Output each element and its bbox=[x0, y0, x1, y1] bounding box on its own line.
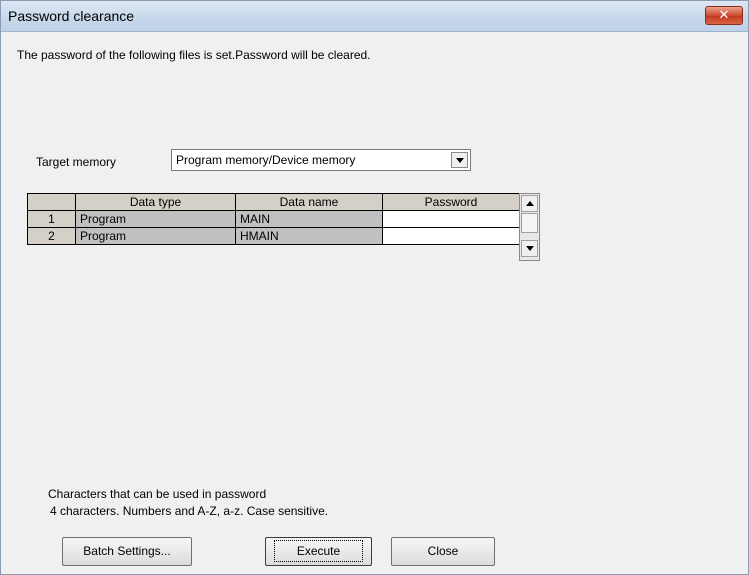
execute-button[interactable]: Execute bbox=[265, 537, 372, 566]
scroll-up-button[interactable] bbox=[521, 195, 538, 212]
table-row: 2 Program HMAIN bbox=[27, 227, 520, 245]
data-type-cell: Program bbox=[75, 210, 236, 228]
data-type-cell: Program bbox=[75, 227, 236, 245]
column-header-data-name: Data name bbox=[235, 193, 383, 211]
window-title: Password clearance bbox=[8, 8, 135, 24]
password-rules-heading: Characters that can be used in password bbox=[48, 487, 267, 501]
execute-label: Execute bbox=[273, 540, 364, 562]
data-name-cell: HMAIN bbox=[235, 227, 383, 245]
triangle-up-icon bbox=[526, 201, 534, 206]
batch-settings-label: Batch Settings... bbox=[83, 544, 171, 558]
column-header-index bbox=[27, 193, 76, 211]
password-rules-detail: 4 characters. Numbers and A-Z, a-z. Case… bbox=[50, 504, 329, 518]
info-message: The password of the following files is s… bbox=[17, 48, 371, 62]
title-bar: Password clearance ✕ bbox=[1, 1, 748, 32]
password-cell[interactable] bbox=[382, 210, 520, 228]
triangle-down-icon bbox=[526, 246, 534, 251]
target-memory-value: Program memory/Device memory bbox=[176, 153, 356, 167]
batch-settings-button[interactable]: Batch Settings... bbox=[62, 537, 192, 566]
table-header-row: Data type Data name Password bbox=[27, 193, 520, 211]
table-row: 1 Program MAIN bbox=[27, 210, 520, 228]
column-header-data-type: Data type bbox=[75, 193, 236, 211]
scroll-thumb[interactable] bbox=[521, 213, 538, 233]
row-index: 2 bbox=[27, 227, 76, 245]
close-icon: ✕ bbox=[718, 8, 730, 23]
password-table: Data type Data name Password 1 Program M… bbox=[27, 193, 520, 245]
chevron-down-icon bbox=[456, 158, 464, 163]
close-window-button[interactable]: ✕ bbox=[705, 6, 743, 25]
target-memory-label: Target memory bbox=[36, 155, 117, 169]
row-index: 1 bbox=[27, 210, 76, 228]
password-clearance-dialog: Password clearance ✕ The password of the… bbox=[0, 0, 749, 575]
close-label: Close bbox=[427, 544, 459, 558]
password-cell[interactable] bbox=[382, 227, 520, 245]
dialog-body: The password of the following files is s… bbox=[1, 32, 748, 574]
dropdown-button[interactable] bbox=[451, 152, 468, 168]
target-memory-select[interactable]: Program memory/Device memory bbox=[171, 149, 471, 171]
table-scrollbar[interactable] bbox=[519, 193, 540, 261]
column-header-password: Password bbox=[382, 193, 520, 211]
data-name-cell: MAIN bbox=[235, 210, 383, 228]
close-button[interactable]: Close bbox=[391, 537, 495, 566]
scroll-down-button[interactable] bbox=[521, 240, 538, 257]
